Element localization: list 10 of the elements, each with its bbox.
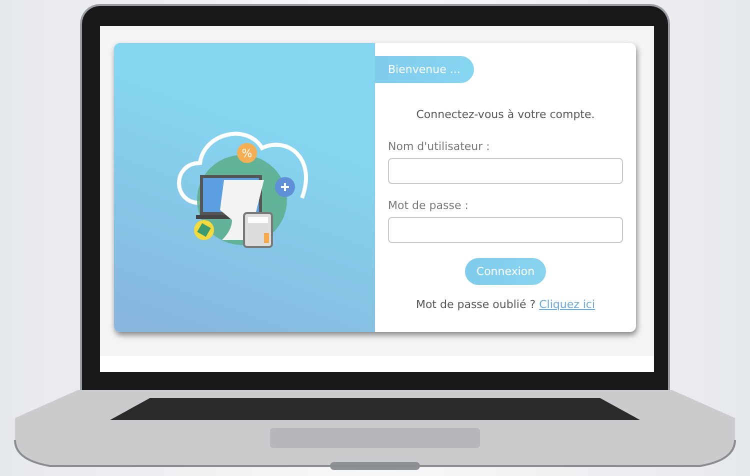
login-heading: Connectez-vous à votre compte.: [415, 108, 596, 121]
input-field[interactable]: [388, 158, 623, 184]
field-label: Nom d'utilisateur :: [388, 140, 491, 153]
login-button[interactable]: Connexion: [465, 258, 546, 285]
welcome-banner: Bienvenue ...: [375, 56, 474, 83]
percent-badge-text: %: [242, 146, 252, 160]
input-field[interactable]: [388, 217, 623, 243]
field-label: Mot de passe :: [388, 199, 470, 212]
forgot-password-text: Mot de passe oublié ? Cliquez ici: [414, 298, 596, 311]
reset-link[interactable]: Cliquez ici: [539, 298, 596, 311]
